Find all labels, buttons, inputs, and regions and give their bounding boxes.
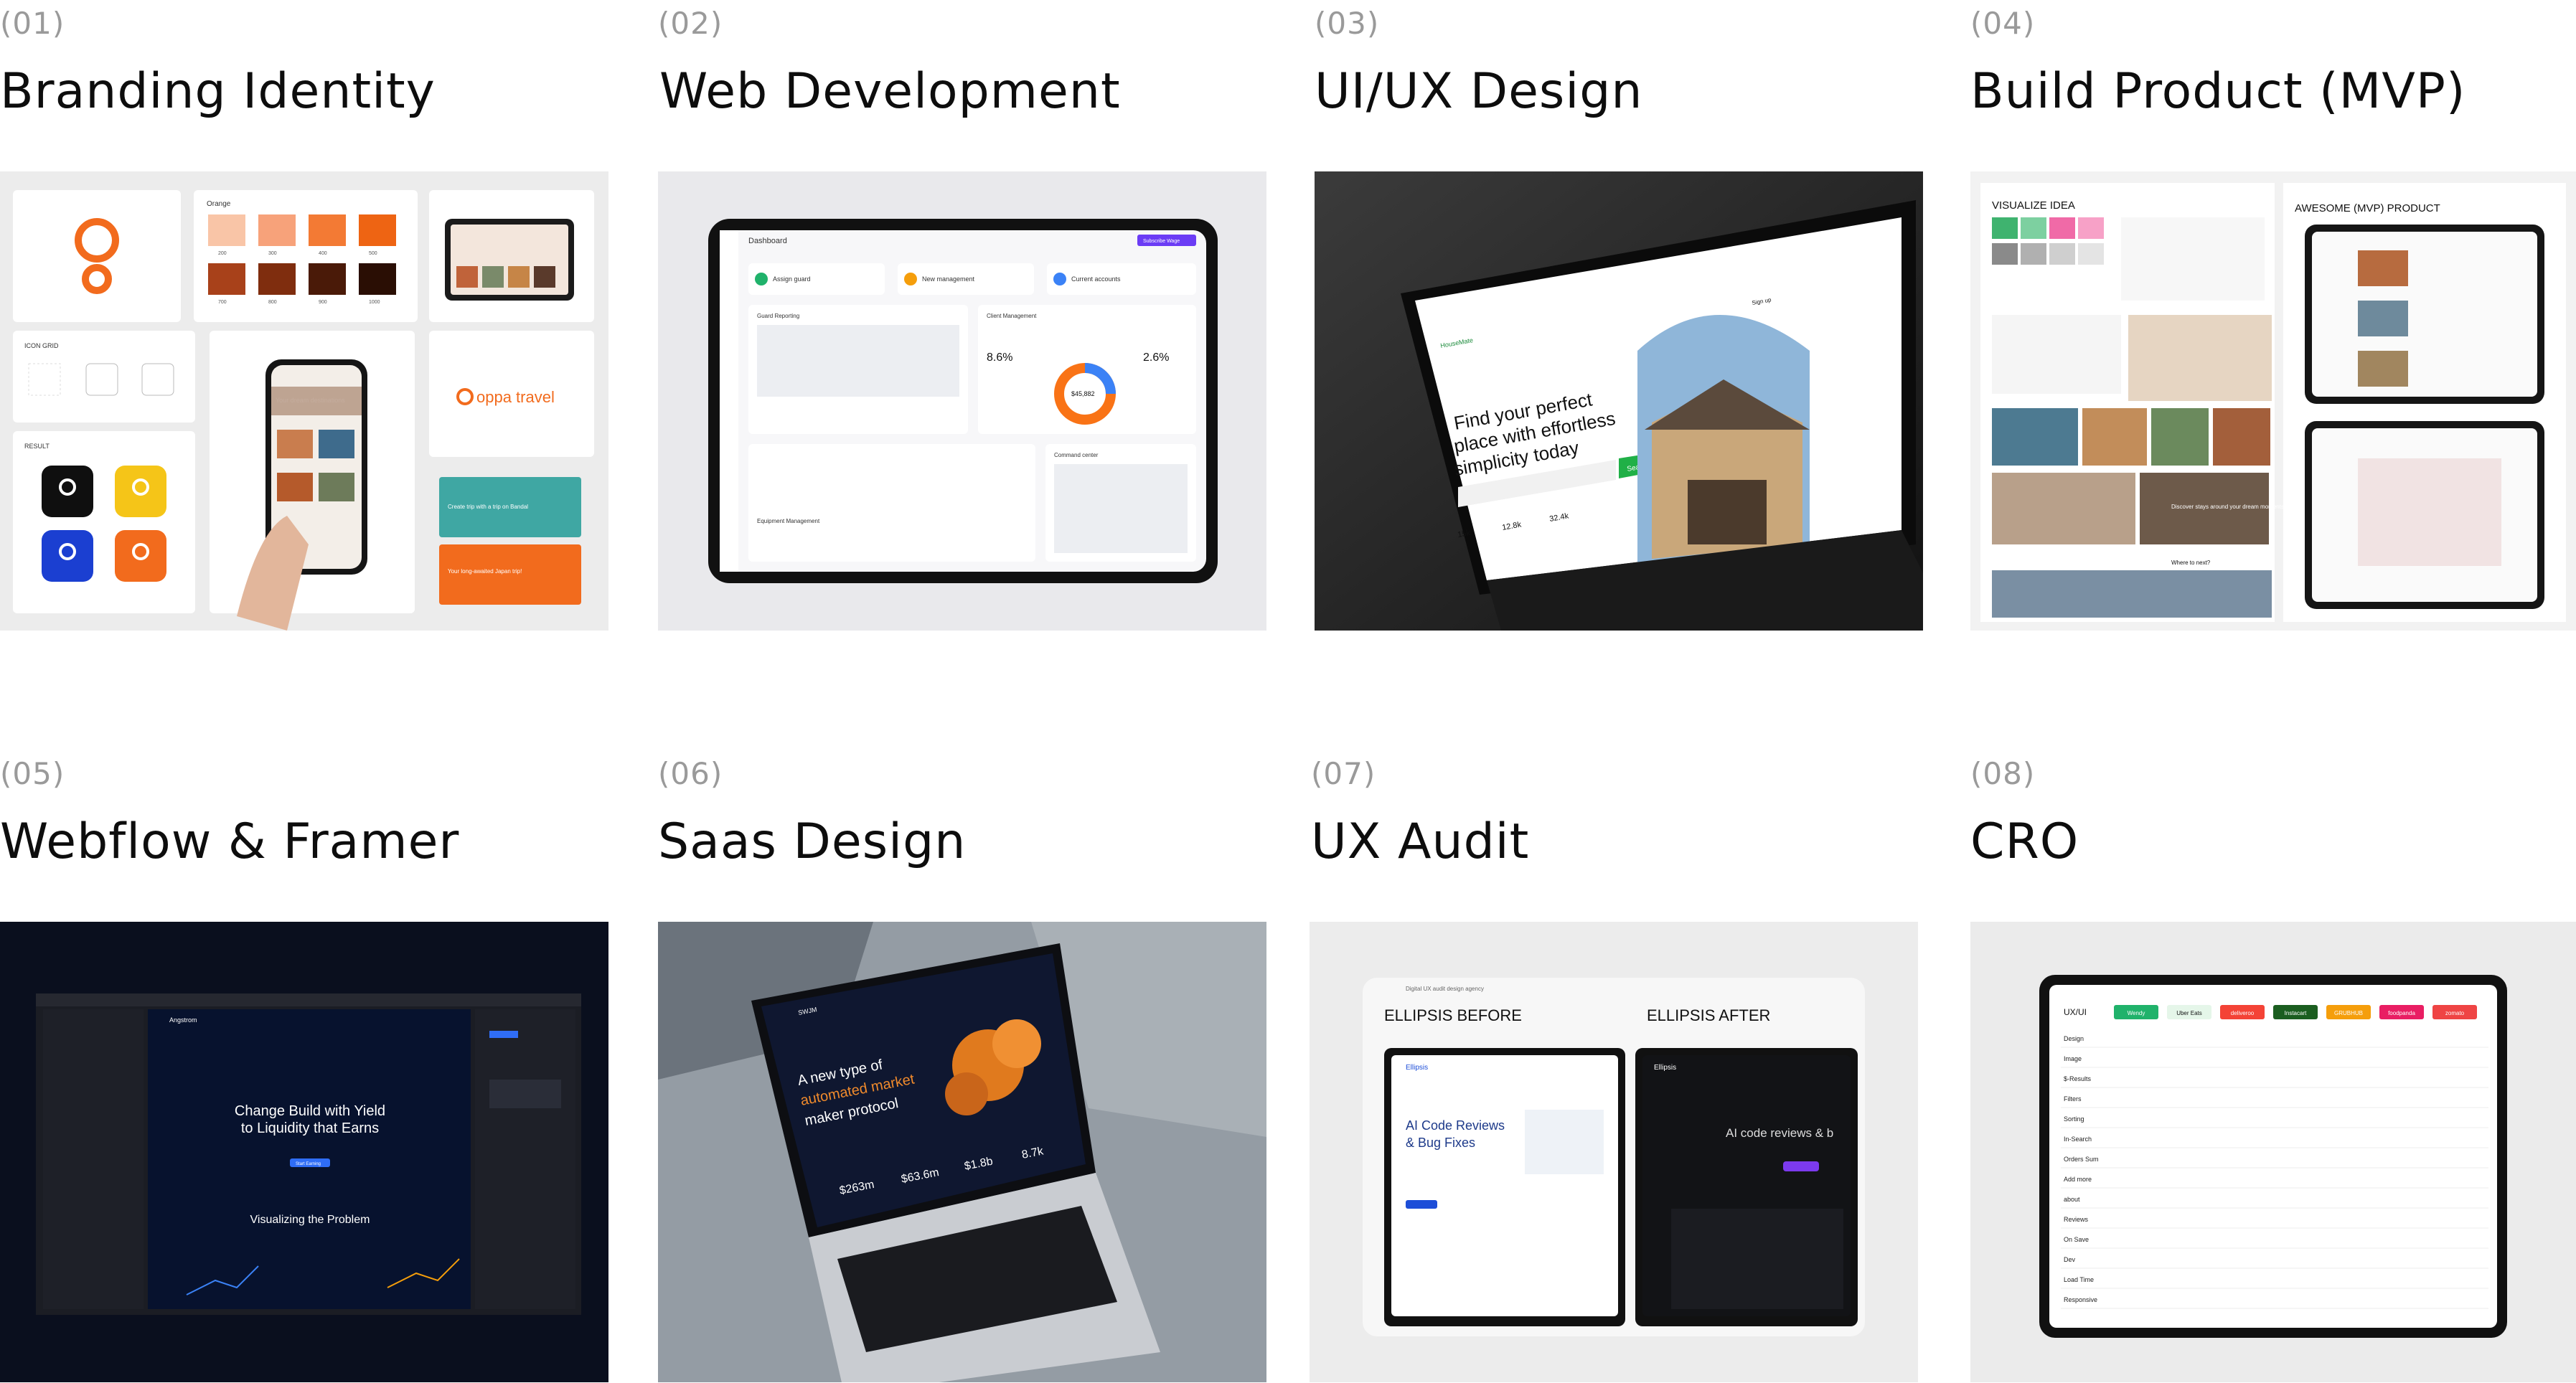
service-number: (06) [658,756,723,791]
visualize-idea-heading: VISUALIZE IDEA [1992,199,2075,212]
swatch-code: 1000 [369,300,380,305]
service-card-branding[interactable]: (01) Branding Identity Orange 200 300 40… [0,0,608,631]
service-title: CRO [1970,813,2079,870]
swatch-code: 400 [319,251,327,256]
hero-line-2: to Liquidity that Earns [241,1120,379,1136]
row-label: Load Time [2064,1276,2094,1283]
brand-label: zomato [2445,1010,2465,1016]
before-headline-1: AI Code Reviews [1406,1118,1505,1133]
caption-1: Discover stays around your dream moments [2171,504,2284,510]
service-card-ux-audit[interactable]: (07) UX Audit Digital UX audit design ag… [1310,750,1918,1383]
service-number: (05) [0,756,65,791]
donut-value: $45,882 [1071,390,1095,397]
row-label: Orders Sum [2064,1156,2099,1163]
hero-cta: Start Earning [296,1162,321,1166]
service-card-cro[interactable]: (08) CRO UX/UI Wendy Uber Eats deliveroo In… [1970,750,2576,1383]
kpi-1: 8.6% [987,351,1012,364]
row-label: Add more [2064,1176,2092,1183]
after-brand: Ellipsis [1654,1064,1676,1072]
service-card-ui-ux[interactable]: (03) UI/UX Design HouseMate Sign up Find… [1315,0,1923,631]
after-headline: AI code reviews & b [1726,1126,1833,1140]
service-number: (07) [1311,756,1376,791]
swatch-code: 700 [218,300,227,305]
saas-design-thumbnail[interactable]: SWJM A new type of automated market make… [658,922,1266,1382]
service-number: (03) [1315,6,1380,41]
brand-label: deliveroo [2231,1010,2255,1016]
service-title: UX Audit [1311,813,1530,870]
service-number: (02) [658,6,723,41]
before-headline-2: & Bug Fixes [1406,1136,1475,1150]
before-brand: Ellipsis [1406,1064,1428,1072]
service-title: Saas Design [658,813,967,870]
awesome-mvp-heading: AWESOME (MVP) PRODUCT [2295,202,2440,214]
row-label: Dev [2064,1256,2076,1263]
service-card-mvp[interactable]: (04) Build Product (MVP) VISUALIZE IDEA … [1970,0,2576,631]
service-number: (04) [1970,6,2036,41]
build-product-mvp-thumbnail[interactable]: VISUALIZE IDEA Discover stays around you… [1970,171,2576,631]
service-number: (01) [0,6,65,41]
brand-label: foodpanda [2388,1010,2415,1016]
row-label: Design [2064,1035,2084,1042]
caption-2: Where to next? [2171,560,2211,566]
stat-1: Assign guard [773,275,811,283]
stat-3: Current accounts [1071,275,1121,283]
stat-2: New management [922,275,975,283]
row-label: Image [2064,1055,2082,1062]
panel-3: Equipment Management [757,518,820,524]
swatch-code: 900 [319,300,327,305]
cro-thumbnail[interactable]: UX/UI Wendy Uber Eats deliveroo Instacart GR… [1970,922,2576,1382]
row-label: $-Results [2064,1075,2092,1082]
row-label: In-Search [2064,1136,2092,1143]
service-title: Build Product (MVP) [1970,63,2466,120]
service-card-saas[interactable]: (06) Saas Design SWJM A new type of auto… [658,750,1266,1383]
row-label: Responsive [2064,1296,2097,1303]
dashboard-title: Dashboard [748,237,787,245]
table-corner: UX/UI [2064,1007,2087,1017]
result-label: RESULT [24,443,50,450]
swatch-code: 800 [268,300,277,305]
service-title: Web Development [659,63,1121,120]
subscribe-cta: Subscribe Wage [1143,239,1180,244]
brand-label: Instacart [2285,1010,2307,1016]
web-development-thumbnail[interactable]: Dashboard Subscribe Wage Assign guard Ne… [658,171,1266,631]
brand-label: Uber Eats [2176,1010,2202,1016]
before-eyebrow: Digital UX audit design agency [1406,986,1484,992]
hero-line-1: Change Build with Yield [235,1103,385,1119]
swatch-code: 300 [268,251,277,256]
panel-4: Command center [1054,452,1099,458]
webflow-framer-thumbnail[interactable]: Angstrom Change Build with Yield to Liqu… [0,922,608,1382]
service-card-web-development[interactable]: (02) Web Development Dashboard Subscribe… [658,0,1266,631]
kpi-2: 2.6% [1143,351,1169,364]
ui-ux-design-thumbnail[interactable]: HouseMate Sign up Find your perfect plac… [1315,171,1923,631]
icon-grid-label: ICON GRID [24,342,59,349]
row-label: On Save [2064,1236,2089,1243]
service-title: Branding Identity [0,63,436,120]
row-label: Filters [2064,1095,2082,1103]
brand-label: Wendy [2128,1010,2145,1016]
promo-2: Your long-awaited Japan trip! [448,568,522,575]
before-label: ELLIPSIS BEFORE [1384,1006,1522,1024]
after-label: ELLIPSIS AFTER [1647,1006,1770,1024]
site-brand: Angstrom [169,1016,197,1024]
promo-1: Create trip with a trip on Bandal [448,504,528,510]
branding-identity-thumbnail[interactable]: Orange 200 300 400 500 700 800 900 1000 [0,171,608,631]
service-title: UI/UX Design [1315,63,1643,120]
brand-label: GRUBHUB [2334,1010,2363,1016]
section-heading: Visualizing the Problem [250,1214,370,1226]
service-card-webflow[interactable]: (05) Webflow & Framer Angstrom Change Bu… [0,750,608,1383]
brand-name: oppa travel [476,388,555,406]
row-label: Sorting [2064,1115,2084,1123]
panel-1: Guard Reporting [757,313,799,319]
ux-audit-thumbnail[interactable]: Digital UX audit design agency ELLIPSIS … [1310,922,1918,1382]
swatch-code: 500 [369,251,377,256]
row-label: Reviews [2064,1216,2089,1223]
service-title: Webflow & Framer [0,813,460,870]
swatch-label: Orange [207,200,231,208]
panel-2: Client Management [987,313,1037,319]
row-label: about [2064,1196,2080,1203]
service-number: (08) [1970,756,2036,791]
swatch-code: 200 [218,251,227,256]
